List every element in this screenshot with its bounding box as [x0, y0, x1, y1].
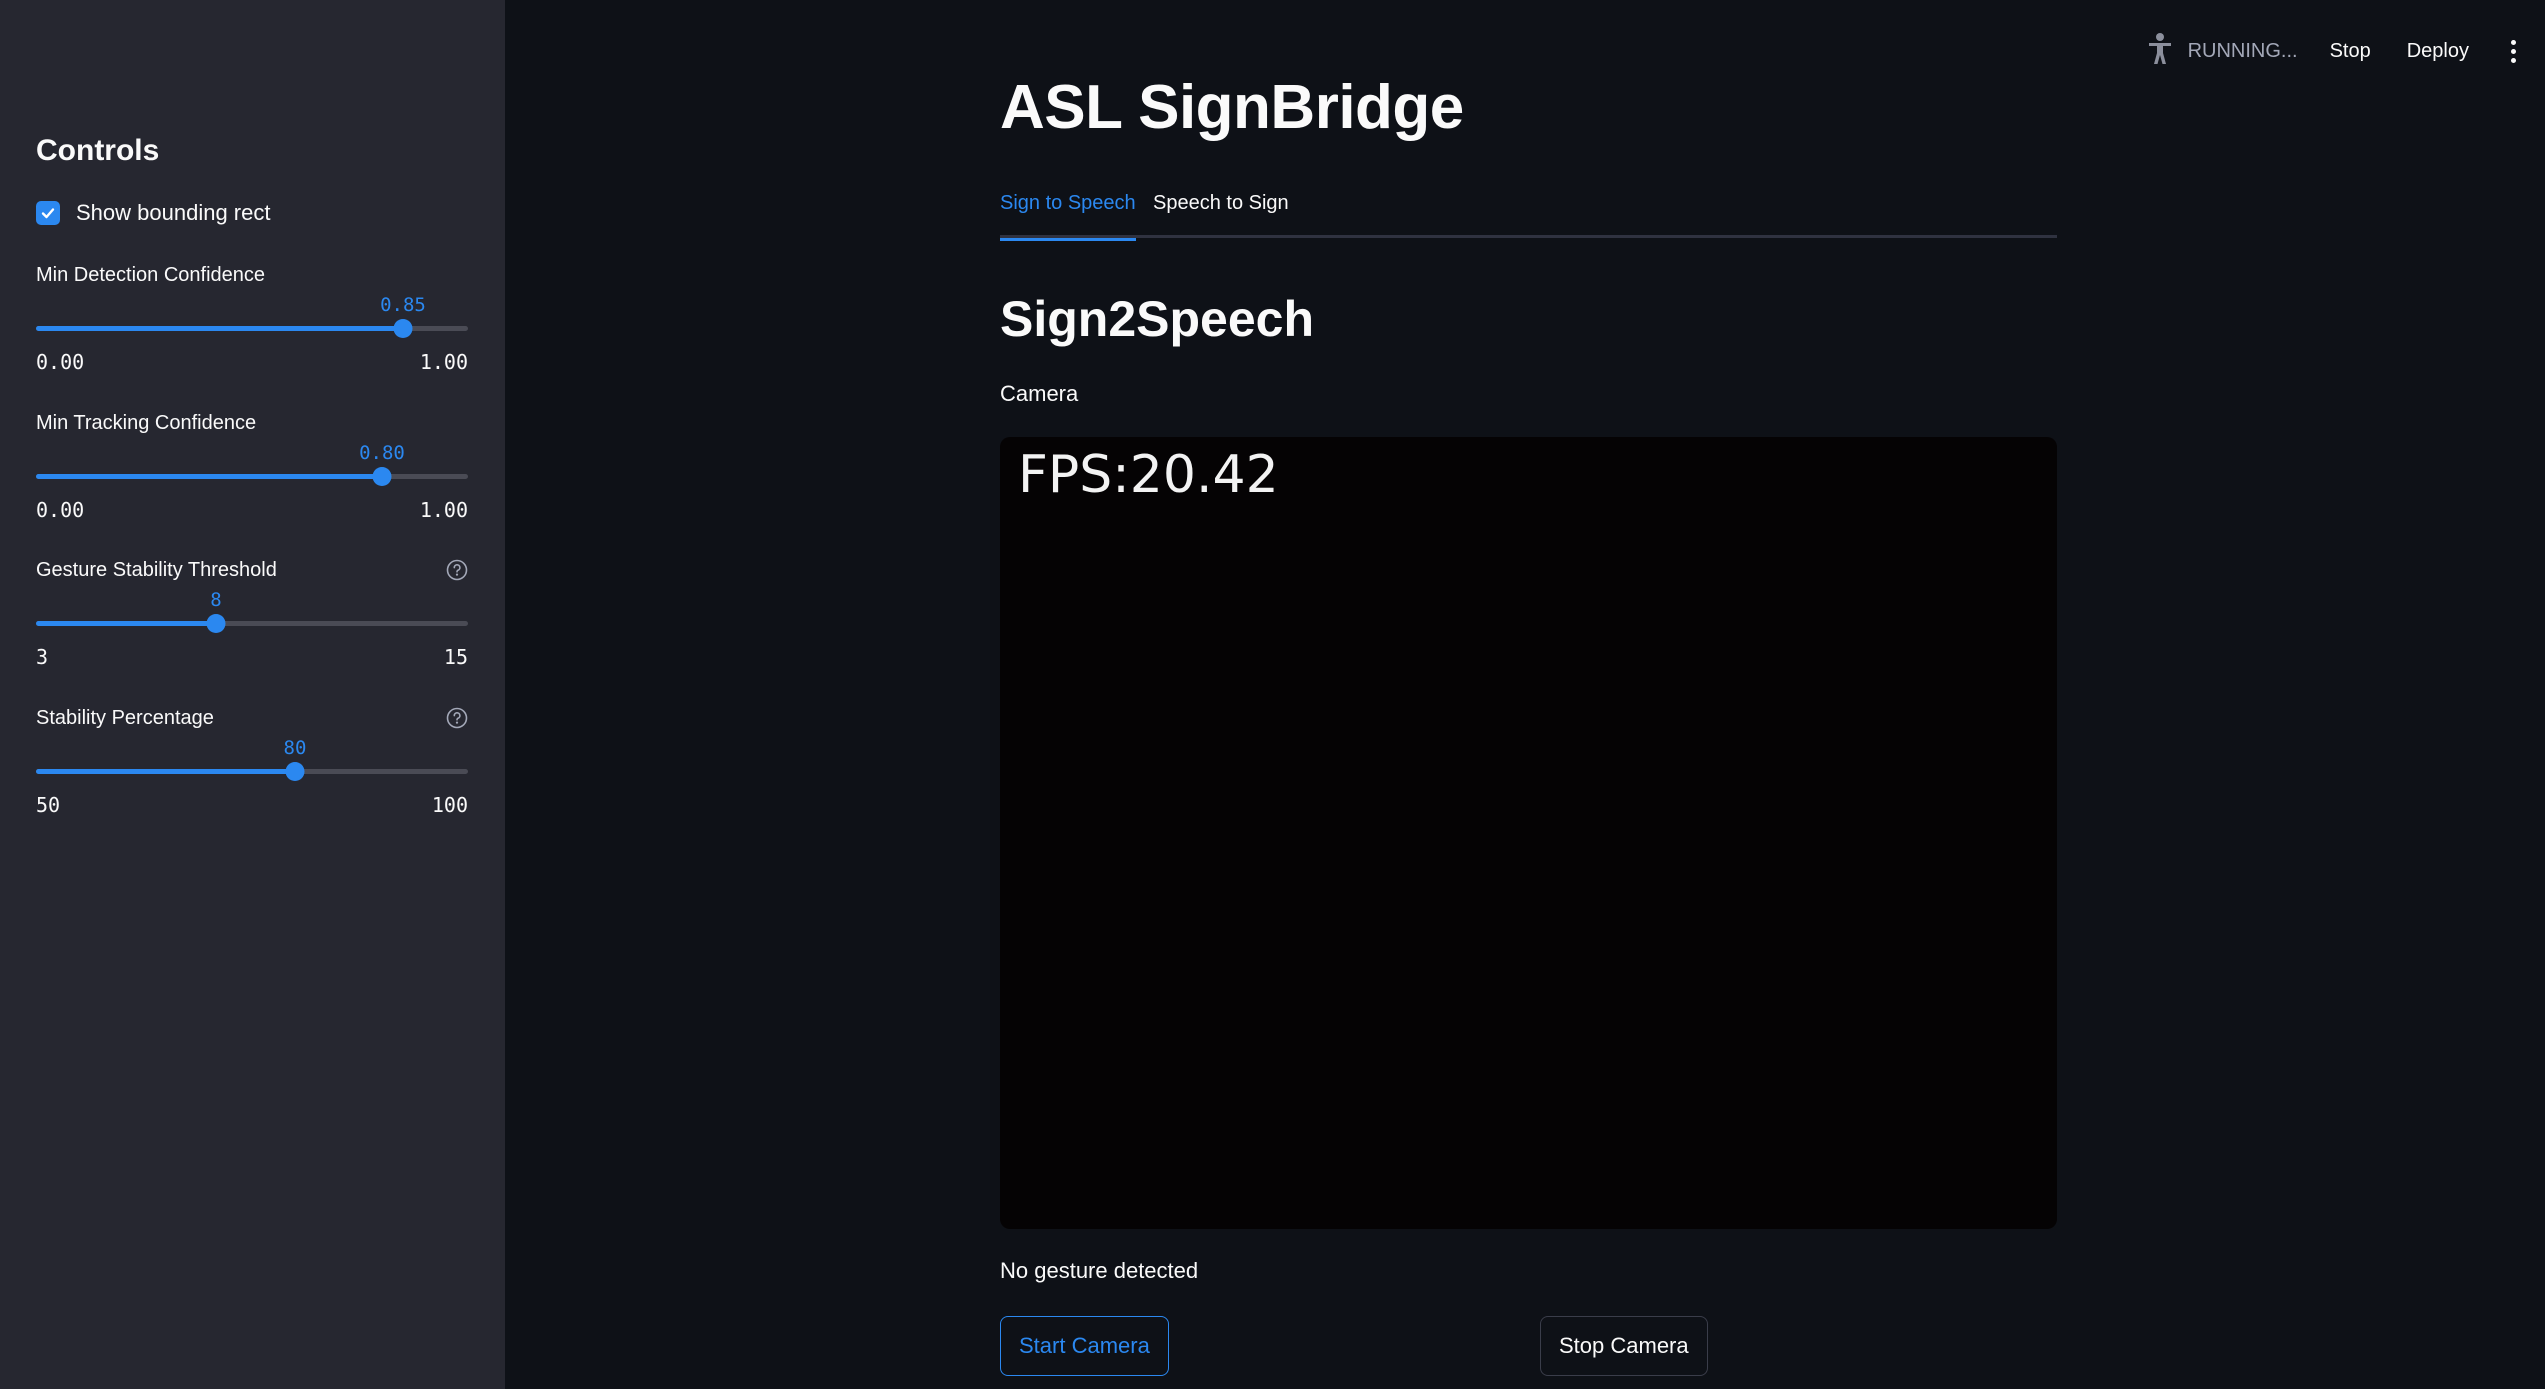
slider-max: 1.00 [419, 350, 468, 374]
slider-fill [36, 769, 295, 774]
section-title: Sign2Speech [1000, 291, 1314, 347]
slider-value: 80 [283, 737, 307, 759]
camera-label: Camera [1000, 381, 1079, 406]
slider-min: 0.00 [36, 350, 85, 374]
tab-speech-to-sign[interactable]: Speech to Sign [1153, 192, 1289, 238]
sidebar-title: Controls [36, 134, 160, 167]
slider-value: 0.80 [359, 442, 405, 464]
slider-label: Stability Percentage [36, 707, 214, 729]
slider-thumb[interactable] [393, 319, 413, 338]
page-title: ASL SignBridge [1000, 73, 1464, 142]
checkbox-checked-icon[interactable] [36, 201, 60, 225]
slider-fill [36, 474, 382, 479]
more-menu-icon[interactable] [2501, 36, 2525, 66]
slider-min-detection-confidence: Min Detection Confidence 0.85 0.00 1.00 [36, 264, 468, 384]
slider-gesture-stability-threshold: Gesture Stability Threshold 8 3 15 [36, 559, 468, 679]
slider-value: 0.85 [380, 294, 426, 316]
tab-sign-to-speech[interactable]: Sign to Speech [1000, 192, 1136, 241]
tab-bar: Sign to Speech Speech to Sign [1000, 186, 2057, 241]
fps-overlay: FPS:20.42 [1018, 445, 1279, 505]
running-figure-icon [2146, 32, 2174, 71]
slider-fill [36, 621, 216, 626]
slider-max: 1.00 [419, 498, 468, 522]
slider-max: 15 [443, 645, 468, 669]
slider-label: Min Tracking Confidence [36, 412, 257, 434]
sidebar: Controls Show bounding rect Min Detectio… [0, 0, 505, 1389]
slider-value: 8 [210, 589, 222, 611]
gesture-status: No gesture detected [1000, 1258, 1199, 1283]
checkbox-label: Show bounding rect [76, 200, 271, 225]
slider-thumb[interactable] [206, 614, 226, 633]
slider-thumb[interactable] [372, 467, 392, 486]
slider-min: 50 [36, 793, 61, 817]
slider-label: Min Detection Confidence [36, 264, 266, 286]
slider-min: 3 [36, 645, 49, 669]
slider-min-tracking-confidence: Min Tracking Confidence 0.80 0.00 1.00 [36, 412, 468, 532]
slider-stability-percentage: Stability Percentage 80 50 100 [36, 707, 468, 827]
deploy-button[interactable]: Deploy [2403, 34, 2473, 69]
help-icon[interactable] [446, 707, 468, 729]
slider-track[interactable] [36, 319, 468, 338]
slider-fill [36, 326, 403, 331]
running-status-text: RUNNING... [2187, 39, 2298, 62]
slider-track[interactable] [36, 762, 468, 781]
header-toolbar: RUNNING... Stop Deploy [2146, 28, 2525, 74]
running-status: RUNNING... [2146, 32, 2298, 71]
help-icon[interactable] [446, 559, 468, 581]
start-camera-button[interactable]: Start Camera [1000, 1316, 1169, 1376]
slider-max: 100 [431, 793, 468, 817]
main-content: ASL SignBridge Sign to Speech Speech to … [1000, 0, 2057, 1389]
slider-track[interactable] [36, 614, 468, 633]
show-bounding-rect-checkbox[interactable]: Show bounding rect [36, 200, 270, 226]
slider-track[interactable] [36, 467, 468, 486]
slider-thumb[interactable] [285, 762, 305, 781]
slider-label: Gesture Stability Threshold [36, 559, 277, 581]
stop-camera-button[interactable]: Stop Camera [1540, 1316, 1708, 1376]
camera-feed: FPS:20.42 [1000, 437, 2057, 1229]
slider-min: 0.00 [36, 498, 85, 522]
stop-button[interactable]: Stop [2326, 34, 2375, 69]
